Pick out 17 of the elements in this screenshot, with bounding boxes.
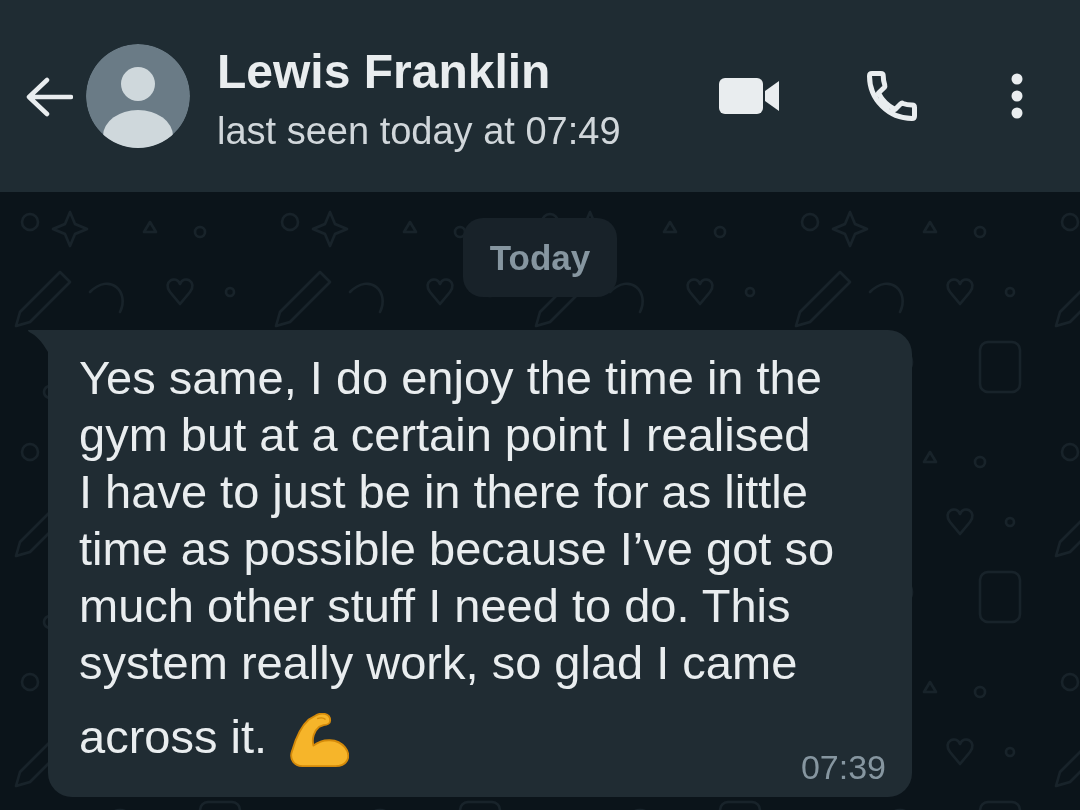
message-line: I have to just be in there for as little bbox=[79, 464, 808, 520]
message-line: time as possible because I’ve got so bbox=[79, 521, 835, 577]
message-line: across it. bbox=[79, 708, 268, 765]
phone-call-icon[interactable] bbox=[867, 71, 917, 121]
flexed-arm-emoji-icon bbox=[289, 713, 350, 767]
last-seen-status: last seen today at 07:49 bbox=[217, 109, 621, 154]
message-line: system really work, so glad I came bbox=[79, 635, 798, 691]
back-arrow-icon[interactable] bbox=[25, 77, 73, 117]
more-options-icon[interactable] bbox=[1011, 73, 1023, 119]
message-line: much other stuff I need to do. This bbox=[79, 578, 791, 634]
avatar-icon[interactable] bbox=[86, 44, 190, 148]
message-line: Yes same, I do enjoy the time in the bbox=[79, 350, 822, 406]
message-line: gym but at a certain point I realised bbox=[79, 407, 811, 463]
video-call-icon[interactable] bbox=[719, 78, 779, 114]
contact-name: Lewis Franklin bbox=[217, 44, 552, 100]
date-chip: Today bbox=[462, 218, 618, 297]
message-time: 07:39 bbox=[800, 747, 886, 787]
